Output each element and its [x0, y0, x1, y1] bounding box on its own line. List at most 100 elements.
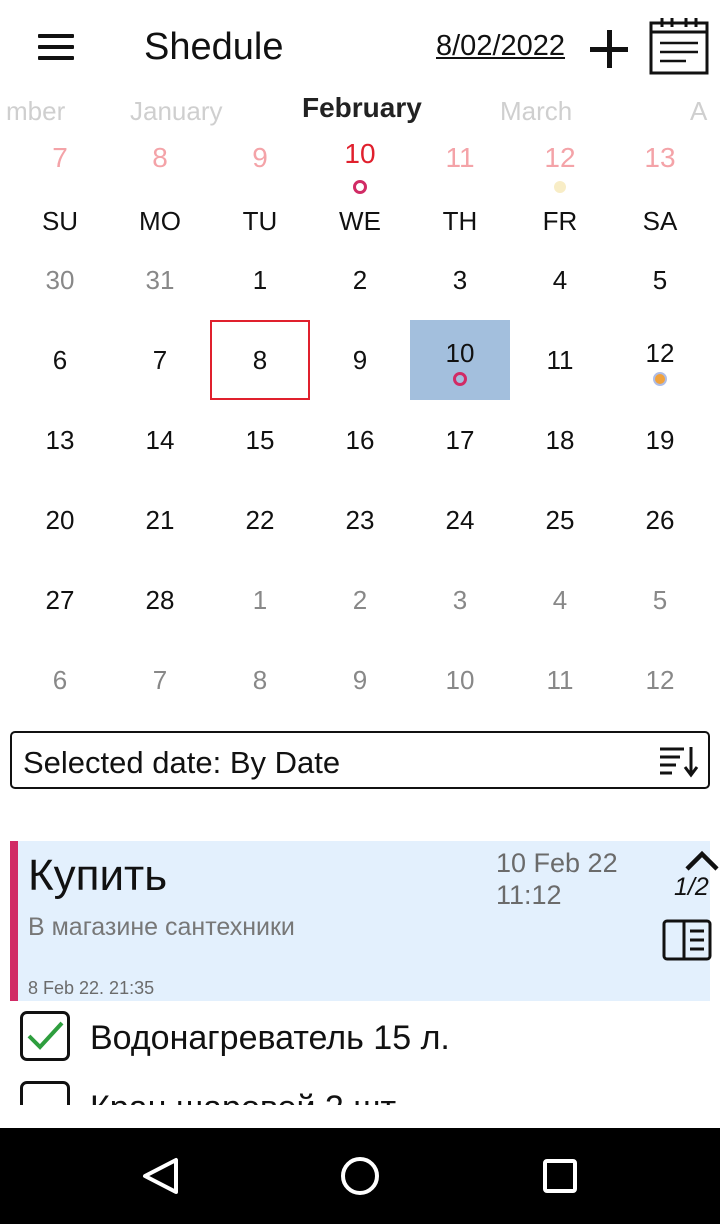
calendar-day[interactable]: 25 — [510, 480, 610, 560]
sort-selector[interactable]: Selected date: By Date — [10, 731, 710, 789]
event-marker-icon — [653, 372, 667, 386]
calendar-day-other-month[interactable]: 2 — [310, 560, 410, 640]
weekday-label: SA — [642, 206, 678, 236]
week-strip-day[interactable]: 8 — [110, 142, 210, 174]
calendar-day-number: 11 — [546, 344, 574, 375]
note-due-date: 10 Feb 22 — [496, 848, 618, 878]
calendar-day[interactable]: 19 — [610, 400, 710, 480]
weekday-label: SU — [41, 206, 79, 236]
calendar-day-other-month[interactable]: 8 — [210, 640, 310, 720]
calendar-day-selected[interactable]: 10 — [410, 320, 510, 400]
square-recents-icon[interactable] — [500, 1128, 620, 1224]
note-card[interactable]: Купить 10 Feb 22 11:12 В магазине сантех… — [10, 841, 719, 1001]
weekday-label: TH — [442, 206, 478, 236]
calendar-day-other-month[interactable]: 12 — [610, 640, 710, 720]
calendar-day-number: 15 — [245, 424, 275, 455]
calendar-day[interactable]: 15 — [210, 400, 310, 480]
reader-view-icon[interactable] — [662, 919, 712, 961]
menu-icon[interactable] — [36, 32, 76, 62]
calendar-day[interactable]: 17 — [410, 400, 510, 480]
week-strip-day[interactable]: 7 — [10, 142, 110, 174]
calendar-day-number: 5 — [652, 584, 668, 615]
calendar-day[interactable]: 14 — [110, 400, 210, 480]
calendar-day-other-month[interactable]: 6 — [10, 640, 110, 720]
calendar-day-number: 17 — [445, 424, 475, 455]
week-strip-day[interactable]: 12 — [510, 142, 610, 174]
calendar-day-number: 6 — [52, 344, 68, 375]
circle-home-icon[interactable] — [300, 1128, 420, 1224]
calendar-day[interactable]: 18 — [510, 400, 610, 480]
calendar-day-other-month[interactable]: 30 — [10, 240, 110, 320]
calendar-day[interactable]: 11 — [510, 320, 610, 400]
calendar-day-other-month[interactable]: 7 — [110, 640, 210, 720]
calendar-day[interactable]: 7 — [110, 320, 210, 400]
sort-icon[interactable] — [658, 744, 700, 778]
calendar-day[interactable]: 1 — [210, 240, 310, 320]
note-due-time: 11:12 — [496, 880, 562, 910]
calendar-day[interactable]: 9 — [310, 320, 410, 400]
calendar-day-number: 25 — [545, 504, 575, 535]
calendar-day-other-month[interactable]: 10 — [410, 640, 510, 720]
calendar-day[interactable]: 22 — [210, 480, 310, 560]
chevron-up-icon[interactable] — [682, 847, 720, 873]
calendar-day-number: 1 — [252, 264, 268, 295]
calendar-day-number: 5 — [652, 264, 668, 295]
calendar-day[interactable]: 27 — [10, 560, 110, 640]
calendar-day[interactable]: 4 — [510, 240, 610, 320]
checklist-item-text: Водонагреватель 15 л. — [90, 1019, 450, 1057]
week-strip-day[interactable]: 9 — [210, 142, 310, 174]
calendar-day[interactable]: 2 — [310, 240, 410, 320]
calendar-day-other-month[interactable]: 1 — [210, 560, 310, 640]
calendar-day-number: 12 — [645, 664, 675, 695]
calendar-day-other-month[interactable]: 5 — [610, 560, 710, 640]
calendar-day[interactable]: 5 — [610, 240, 710, 320]
current-month-label[interactable]: February — [302, 96, 422, 124]
calendar-day[interactable]: 13 — [10, 400, 110, 480]
calendar-day-number: 4 — [552, 264, 568, 295]
week-strip-day[interactable]: 11 — [410, 142, 510, 174]
calendar-day[interactable]: 21 — [110, 480, 210, 560]
calendar-day-number: 3 — [452, 584, 468, 615]
calendar-day[interactable]: 12 — [610, 320, 710, 400]
calendar-day-other-month[interactable]: 4 — [510, 560, 610, 640]
week-strip-day-current[interactable]: 10 — [310, 138, 410, 170]
week-strip: 7 8 9 10 11 12 13 — [10, 138, 710, 200]
calendar-day[interactable]: 16 — [310, 400, 410, 480]
calendar-day-other-month[interactable]: 3 — [410, 560, 510, 640]
checkbox-checked[interactable] — [20, 1011, 70, 1061]
weekday-label: WE — [339, 206, 381, 236]
triangle-back-icon[interactable] — [100, 1128, 220, 1224]
month-label[interactable]: January — [130, 96, 223, 127]
month-label[interactable]: A — [690, 96, 707, 127]
month-label[interactable]: March — [500, 96, 572, 127]
event-marker-icon — [453, 372, 467, 386]
calendar-day[interactable]: 6 — [10, 320, 110, 400]
checkmark-icon — [27, 1021, 64, 1050]
calendar-day-number: 7 — [152, 664, 168, 695]
current-date-link[interactable]: 8/02/2022 — [436, 30, 565, 63]
calendar-day[interactable]: 28 — [110, 560, 210, 640]
calendar-day-number: 14 — [145, 424, 175, 455]
calendar-day-number: 26 — [645, 504, 675, 535]
calendar-day[interactable]: 20 — [10, 480, 110, 560]
calendar-day-number: 18 — [545, 424, 575, 455]
checklist-item[interactable]: Водонагреватель 15 л. — [20, 1001, 710, 1061]
calendar-day[interactable]: 24 — [410, 480, 510, 560]
calendar-day-number: 1 — [252, 584, 268, 615]
month-label[interactable]: mber — [6, 96, 65, 127]
checklist-item[interactable]: Кран шаровой 2 шт — [20, 1071, 710, 1105]
sort-selector-label: Selected date: By Date — [23, 745, 341, 780]
calendar-day-today[interactable]: 8 — [210, 320, 310, 400]
calendar-day[interactable]: 3 — [410, 240, 510, 320]
week-strip-day[interactable]: 13 — [610, 142, 710, 174]
checkbox-unchecked[interactable] — [20, 1081, 70, 1105]
calendar-day-other-month[interactable]: 9 — [310, 640, 410, 720]
calendar-icon[interactable] — [648, 16, 710, 76]
calendar-day-number: 28 — [145, 584, 175, 615]
month-scroller[interactable]: mber January February March A — [0, 96, 720, 130]
calendar-day[interactable]: 26 — [610, 480, 710, 560]
calendar-day-other-month[interactable]: 11 — [510, 640, 610, 720]
calendar-day-other-month[interactable]: 31 — [110, 240, 210, 320]
plus-icon[interactable] — [588, 28, 630, 70]
calendar-day[interactable]: 23 — [310, 480, 410, 560]
